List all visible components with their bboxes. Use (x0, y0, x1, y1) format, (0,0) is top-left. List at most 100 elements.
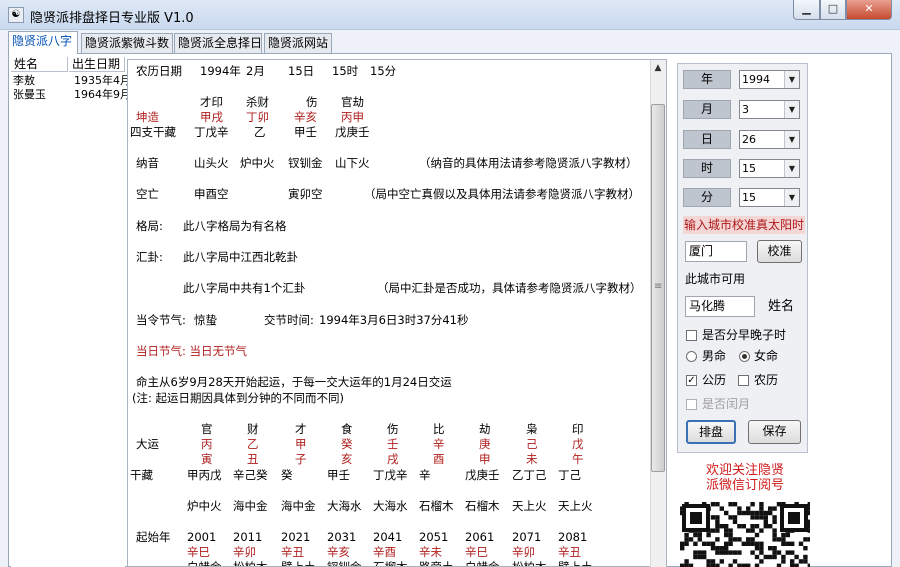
tab-zeri[interactable]: 隐贤派全息择日 (174, 33, 262, 53)
kongwang-label: 空亡 (136, 187, 159, 201)
column-header-birthdate[interactable]: 出生日期 (69, 57, 125, 72)
list-item[interactable]: 张曼玉 1964年9月 (11, 88, 131, 102)
jieqi-time-label: 交节时间: (264, 313, 314, 327)
dayun-year-ganzhi: 辛酉 (373, 545, 396, 559)
dayun-hidden: 甲壬 (327, 468, 350, 482)
grip-icon: ≡ (654, 281, 663, 292)
gregorian-checkbox[interactable]: ✓ (686, 375, 697, 386)
pillar-god: 杀财 (246, 95, 269, 109)
list-item[interactable]: 李敖 1935年4月 (11, 74, 131, 88)
dayun-gods: 印 (572, 422, 584, 436)
month-select[interactable]: 3 ▼ (739, 100, 800, 119)
dayun-stems: 辛 (433, 437, 445, 451)
lunar-date-label: 农历日期 (136, 64, 182, 78)
dayun-years: 2021 (281, 530, 311, 544)
dropdown-arrow-icon[interactable]: ▼ (784, 160, 799, 177)
dayun-hidden: 癸 (281, 468, 293, 482)
hidden-stems: 戊庚壬 (335, 125, 370, 139)
kongwang-value: 寅卯空 (288, 187, 323, 201)
geju-label: 格局: (136, 219, 163, 233)
hour-label: 时 (683, 159, 731, 178)
person-birthdate: 1935年4月 (74, 74, 131, 87)
pillar-ganzhi: 丙申 (341, 110, 364, 124)
dayun-year-ganzhi: 辛丑 (281, 545, 304, 559)
hidden-stems: 甲壬 (294, 125, 317, 139)
column-header-name[interactable]: 姓名 (11, 57, 68, 72)
dayun-branches: 戌 (387, 452, 399, 466)
minute-value: 15 (742, 191, 756, 204)
promo-line-2: 派微信订阅号 (705, 478, 784, 493)
dayun-branches: 午 (572, 452, 584, 466)
dayun-partial-row: 石榴木 (373, 560, 408, 567)
dropdown-arrow-icon[interactable]: ▼ (784, 71, 799, 88)
kongwang-value: 申酉空 (194, 187, 229, 201)
jieqi-time: 1994年3月6日3时37分41秒 (319, 313, 469, 327)
month-value: 3 (742, 103, 749, 116)
window-title: 隐贤派排盘择日专业版 V1.0 (30, 11, 194, 26)
dayun-gods: 才 (295, 422, 307, 436)
tab-website[interactable]: 隐贤派网站 (264, 33, 332, 53)
dayun-gods: 伤 (387, 422, 399, 436)
dayun-label: 大运 (136, 437, 159, 451)
tab-ziwei[interactable]: 隐贤派紫微斗数 (81, 33, 173, 53)
dayun-years: 2061 (465, 530, 495, 544)
dayun-hidden: 丁戊辛 (373, 468, 408, 482)
dayun-nayin: 海中金 (281, 499, 316, 513)
dayun-year-ganzhi: 辛卯 (233, 545, 256, 559)
nayin-note: （纳音的具体用法请参考隐贤派八字教材） (419, 156, 638, 170)
hour-select[interactable]: 15 ▼ (739, 159, 800, 178)
scroll-up-arrow-icon[interactable]: ▲ (650, 60, 666, 76)
lunar-checkbox[interactable] (738, 375, 749, 386)
dayun-hidden: 辛己癸 (233, 468, 268, 482)
lunar-year: 1994年 (200, 64, 241, 78)
dayun-stems: 丙 (201, 437, 213, 451)
geju-text: 此八字格局为有名格 (183, 219, 287, 233)
today-jieqi: 当日节气: 当日无节气 (136, 344, 248, 358)
huigua-count: 此八字局中共有1个汇卦 (183, 281, 306, 295)
dayun-partial-row: 松柏木 (233, 560, 268, 567)
pillar-ganzhi: 辛亥 (294, 110, 317, 124)
day-select[interactable]: 26 ▼ (739, 130, 800, 149)
dayun-partial-row: 路旁土 (419, 560, 454, 567)
person-list[interactable]: 姓名 出生日期 李敖 1935年4月 张曼玉 1964年9月 (11, 57, 131, 567)
dropdown-arrow-icon[interactable]: ▼ (784, 189, 799, 206)
pillar-god: 伤 (306, 95, 318, 109)
male-radio[interactable] (686, 351, 697, 362)
verify-button[interactable]: 校准 (757, 240, 802, 263)
save-button[interactable]: 保存 (748, 420, 801, 444)
dayun-partial-row: 壁上土 (558, 560, 593, 567)
chart-button[interactable]: 排盘 (686, 420, 736, 444)
split-zi-checkbox[interactable] (686, 330, 697, 341)
promo-line-1: 欢迎关注隐贤 (705, 463, 784, 478)
name-input[interactable]: 马化腾 (685, 296, 755, 317)
close-button[interactable]: ✕ (846, 0, 892, 20)
dropdown-arrow-icon[interactable]: ▼ (784, 131, 799, 148)
huigua-note: （局中汇卦是否成功，具体请参考隐贤派八字教材） (377, 281, 642, 295)
tab-bazi[interactable]: 隐贤派八字 (8, 31, 78, 54)
year-value: 1994 (742, 73, 770, 86)
minute-select[interactable]: 15 ▼ (739, 188, 800, 207)
year-select[interactable]: 1994 ▼ (739, 70, 800, 89)
dayun-hidden: 辛 (419, 468, 431, 482)
female-radio[interactable] (739, 351, 750, 362)
minimize-button[interactable]: ▁ (793, 0, 820, 20)
lunar-label: 农历 (754, 373, 779, 387)
pillar-god: 才印 (200, 95, 223, 109)
maximize-button[interactable]: □ (820, 0, 846, 20)
dayun-branches: 丑 (247, 452, 259, 466)
dayun-gods: 枭 (526, 422, 538, 436)
dropdown-arrow-icon[interactable]: ▼ (784, 101, 799, 118)
dayun-nayin: 海中金 (233, 499, 268, 513)
dayun-stems: 癸 (341, 437, 353, 451)
city-input[interactable]: 厦门 (685, 241, 747, 262)
dayun-nayin: 大海水 (373, 499, 408, 513)
leap-month-checkbox[interactable] (686, 399, 697, 410)
hidden-stems: 乙 (254, 125, 266, 139)
dayun-hidden: 乙丁己 (512, 468, 547, 482)
dayun-hidden: 戊庚壬 (465, 468, 500, 482)
dayun-year-ganzhi: 辛巳 (465, 545, 488, 559)
nayin-value: 山头火 (194, 156, 229, 170)
person-name: 李敖 (13, 74, 35, 87)
dayun-branches: 寅 (201, 452, 213, 466)
dayun-years: 2081 (558, 530, 588, 544)
